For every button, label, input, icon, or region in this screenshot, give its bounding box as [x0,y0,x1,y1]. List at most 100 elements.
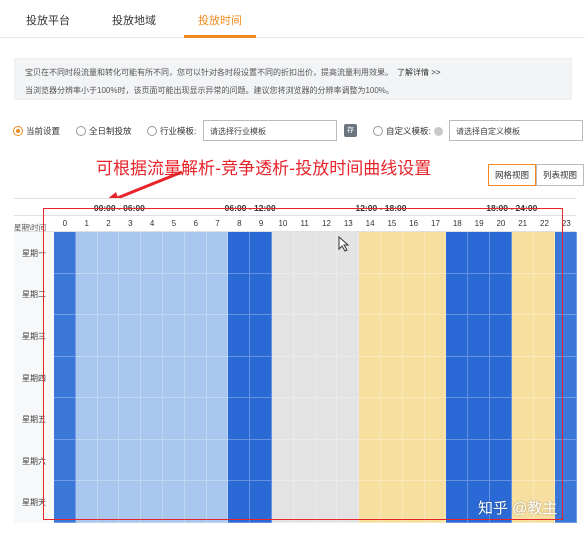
schedule-cell[interactable] [141,356,163,399]
schedule-cell[interactable] [97,232,120,274]
schedule-cell[interactable] [468,356,490,399]
schedule-cell[interactable] [293,315,316,357]
schedule-cell[interactable] [206,439,229,482]
schedule-cell[interactable] [402,481,425,523]
schedule-cell[interactable] [119,398,142,440]
schedule-cell[interactable] [228,356,251,399]
schedule-cell[interactable] [337,439,360,482]
schedule-cell[interactable] [75,273,98,316]
schedule-cell[interactable] [250,439,272,482]
schedule-cell[interactable] [206,315,229,357]
schedule-cell[interactable] [446,315,469,357]
schedule-cell[interactable] [272,315,294,357]
schedule-cell[interactable] [511,315,534,357]
schedule-cell[interactable] [119,273,142,316]
tab-platform[interactable]: 投放平台 [26,12,70,28]
schedule-cell[interactable] [293,273,316,316]
schedule-cell[interactable] [228,232,251,274]
schedule-cell[interactable] [490,315,512,357]
schedule-cell[interactable] [272,398,294,440]
schedule-cell[interactable] [511,356,534,399]
schedule-cell[interactable] [228,439,251,482]
schedule-cell[interactable] [228,273,251,316]
schedule-cell[interactable] [293,439,316,482]
schedule-cell[interactable] [184,356,207,399]
schedule-cell[interactable] [337,273,360,316]
schedule-cell[interactable] [555,356,578,399]
schedule-cell[interactable] [315,315,338,357]
schedule-cell[interactable] [184,439,207,482]
schedule-cell[interactable] [533,273,556,316]
schedule-cell[interactable] [97,481,120,523]
custom-template-select[interactable]: 请选择自定义模板 [449,120,583,141]
schedule-cell[interactable] [424,232,447,274]
schedule-cell[interactable] [97,356,120,399]
tab-region[interactable]: 投放地域 [112,12,156,28]
save-icon[interactable]: 存 [344,124,357,137]
schedule-cell[interactable] [163,273,185,316]
schedule-cell[interactable] [206,273,229,316]
help-icon[interactable] [433,126,443,136]
schedule-cell[interactable] [163,398,185,440]
radio-custom-template[interactable]: 自定义模板: [373,125,443,137]
schedule-cell[interactable] [315,398,338,440]
schedule-cell[interactable] [54,232,76,274]
schedule-cell[interactable] [119,481,142,523]
schedule-cell[interactable] [184,481,207,523]
schedule-cell[interactable] [337,356,360,399]
schedule-cell[interactable] [511,232,534,274]
schedule-cell[interactable] [272,273,294,316]
schedule-cell[interactable] [446,481,469,523]
schedule-cell[interactable] [250,315,272,357]
schedule-cell[interactable] [184,273,207,316]
schedule-cell[interactable] [54,481,76,523]
schedule-cell[interactable] [468,398,490,440]
schedule-cell[interactable] [250,356,272,399]
schedule-cell[interactable] [359,356,381,399]
schedule-cell[interactable] [533,398,556,440]
schedule-cell[interactable] [141,273,163,316]
schedule-cell[interactable] [381,398,403,440]
radio-industry-template[interactable]: 行业模板: [147,125,196,137]
schedule-cell[interactable] [359,232,381,274]
schedule-cell[interactable] [533,439,556,482]
schedule-cell[interactable] [163,232,185,274]
schedule-cell[interactable] [75,398,98,440]
schedule-cell[interactable] [119,439,142,482]
schedule-cell[interactable] [337,315,360,357]
schedule-cell[interactable] [555,273,578,316]
schedule-cell[interactable] [424,356,447,399]
schedule-cell[interactable] [97,439,120,482]
schedule-cell[interactable] [490,439,512,482]
schedule-cell[interactable] [381,356,403,399]
schedule-cell[interactable] [206,398,229,440]
schedule-cell[interactable] [511,273,534,316]
schedule-cell[interactable] [250,273,272,316]
schedule-cell[interactable] [533,315,556,357]
schedule-cell[interactable] [402,273,425,316]
schedule-cell[interactable] [490,232,512,274]
schedule-cell[interactable] [141,439,163,482]
schedule-cell[interactable] [468,232,490,274]
schedule-cell[interactable] [54,439,76,482]
schedule-cell[interactable] [228,398,251,440]
schedule-cell[interactable] [293,398,316,440]
schedule-cell[interactable] [490,356,512,399]
schedule-cell[interactable] [141,398,163,440]
schedule-cell[interactable] [315,273,338,316]
list-view-button[interactable]: 列表视图 [536,164,585,186]
schedule-cell[interactable] [75,439,98,482]
schedule-cell[interactable] [446,398,469,440]
schedule-cell[interactable] [272,481,294,523]
schedule-cell[interactable] [250,232,272,274]
tab-time[interactable]: 投放时间 [198,12,242,28]
schedule-cell[interactable] [315,232,338,274]
schedule-cell[interactable] [206,232,229,274]
schedule-cell[interactable] [446,232,469,274]
schedule-cell[interactable] [75,232,98,274]
radio-all-day[interactable]: 全日制投放 [76,125,132,137]
schedule-cell[interactable] [272,439,294,482]
schedule-cell[interactable] [381,315,403,357]
schedule-cell[interactable] [446,439,469,482]
schedule-cell[interactable] [119,356,142,399]
